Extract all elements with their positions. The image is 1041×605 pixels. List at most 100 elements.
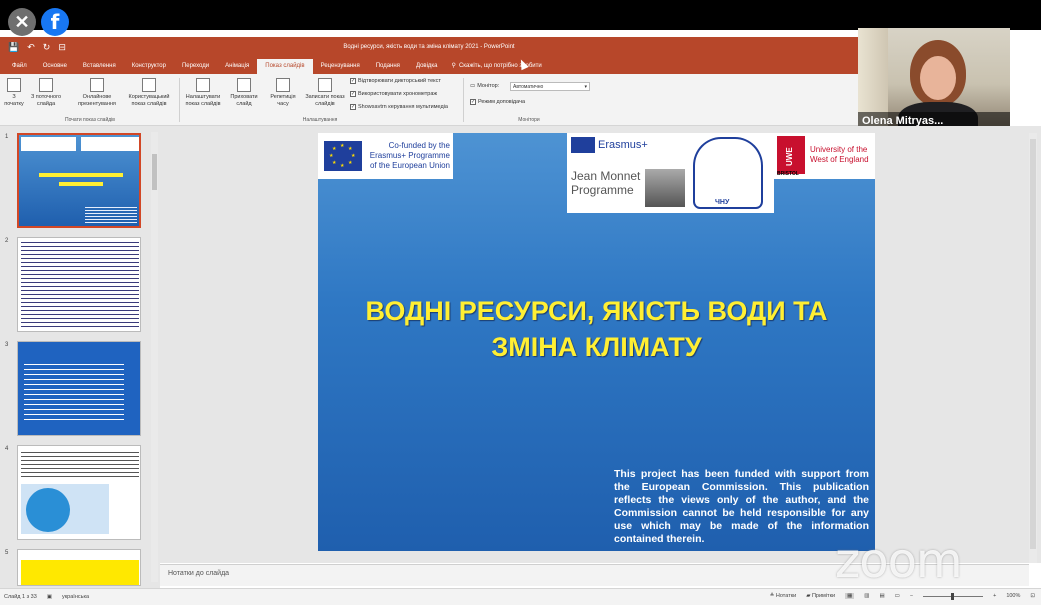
slide-thumbnail-4[interactable] [17, 445, 141, 540]
record-icon [318, 78, 332, 92]
slideshow-start-icon [7, 78, 21, 92]
chevron-down-icon: ▾ [584, 84, 587, 90]
checkmark-icon: ✓ [350, 78, 356, 84]
custom-show-icon [142, 78, 156, 92]
comments-toggle[interactable]: ▰ Примітки [806, 593, 835, 599]
notes-toggle[interactable]: ≙ Нотатки [770, 593, 796, 599]
zoom-slider-thumb[interactable] [951, 592, 955, 600]
setup-show-icon [196, 78, 210, 92]
erasmus-label: Erasmus+ [598, 139, 648, 151]
from-beginning-button[interactable]: З початку [2, 78, 26, 108]
language-indicator[interactable]: українська [62, 594, 89, 600]
close-overlay-button[interactable]: ✕ [8, 8, 36, 36]
reading-view-icon[interactable]: ▤ [879, 593, 884, 599]
slide-thumbnail-3[interactable] [17, 341, 141, 436]
hide-slide-button[interactable]: Приховати слайд [227, 78, 261, 108]
tab-transitions[interactable]: Переходи [174, 59, 217, 74]
slideshow-current-icon [39, 78, 53, 92]
jean-monnet-label: Jean Monnet Programme [571, 169, 641, 197]
slideshow-view-icon[interactable]: ▭ [895, 593, 900, 599]
slide-sorter-icon[interactable]: ▥ [864, 593, 869, 599]
participant-video[interactable]: Olena Mitryas... [858, 28, 1010, 130]
notes-placeholder: Нотатки до слайда [168, 570, 230, 577]
thumbnail-scrollbar[interactable] [151, 132, 158, 582]
presenter-view-checkbox[interactable]: ✓ Режим доповідача [470, 99, 525, 105]
tab-insert[interactable]: Вставлення [75, 59, 124, 74]
monitor-select[interactable]: Автоматично ▾ [510, 82, 590, 91]
slide-thumbnail-2[interactable] [17, 237, 141, 332]
set-up-slide-show-button[interactable]: Налаштувати показ слайдів [181, 78, 225, 108]
from-current-slide-button[interactable]: З поточного слайда [26, 78, 66, 108]
close-icon: ✕ [14, 11, 30, 32]
slide-scrollbar[interactable] [1029, 133, 1037, 563]
present-online-icon [90, 78, 104, 92]
thumbnail-globe [26, 488, 70, 532]
tab-view[interactable]: Подання [368, 59, 408, 74]
scrollbar-thumb[interactable] [1030, 139, 1036, 549]
thumbnail-text [21, 242, 139, 328]
tab-help[interactable]: Довідка [408, 59, 446, 74]
eu-flag-icon [571, 137, 595, 153]
uwe-name: University of the West of England [810, 145, 869, 164]
tab-design[interactable]: Конструктор [124, 59, 174, 74]
top-black-band [0, 0, 1041, 30]
tab-file[interactable]: Файл [4, 59, 35, 74]
proofing-icon[interactable]: ▣ [47, 594, 52, 600]
window-title-bar: 💾 ↶ ↻ ⊟ Водні ресурси, якість води та зм… [0, 37, 858, 57]
setup-group-label: Налаштування [302, 117, 338, 123]
thumbnail-text [24, 364, 124, 424]
jean-monnet-logo: Erasmus+ Jean Monnet Programme ЧНУ [567, 133, 774, 213]
zoom-slider[interactable] [923, 592, 984, 600]
facebook-icon: f [50, 10, 60, 34]
eu-flag-icon: ★ ★ ★ ★ ★ ★ ★ ★ [324, 141, 362, 171]
facebook-share-button[interactable]: f [41, 8, 69, 36]
play-narrations-checkbox[interactable]: ✓ Відтворювати дикторський текст [350, 78, 441, 84]
tell-me-search[interactable]: ⚲ Скажіть, що потрібно зробити [446, 59, 548, 74]
tab-review[interactable]: Рецензування [313, 59, 368, 74]
zoom-level[interactable]: 100% [1006, 593, 1020, 599]
slide-thumbnail-1[interactable] [17, 133, 141, 228]
thumbnail-table [21, 560, 139, 585]
present-online-button[interactable]: Онлайнове презентування [72, 78, 122, 108]
thumbnail-title-line [59, 182, 103, 186]
monitors-group-label: Монітори [518, 117, 540, 123]
tab-home[interactable]: Основне [35, 59, 75, 74]
face [920, 56, 956, 100]
record-slide-show-button[interactable]: Записати показ слайдів [303, 78, 347, 108]
thumbnail-logo [81, 137, 139, 151]
chnu-label: ЧНУ [715, 199, 730, 206]
show-media-controls-checkbox[interactable]: ✓ Showsavtrn керування мультимедіа [350, 104, 448, 110]
tab-slide-show[interactable]: Показ слайдів [257, 59, 313, 74]
stopwatch-icon [276, 78, 290, 92]
tab-animations[interactable]: Анімація [217, 59, 257, 74]
scrollbar-thumb[interactable] [152, 154, 157, 190]
zoom-in-icon[interactable]: + [993, 593, 996, 599]
jean-monnet-portrait [645, 169, 685, 207]
lightbulb-icon: ⚲ [451, 63, 456, 69]
slide-title-line2: ЗМІНА КЛІМАТУ [491, 332, 702, 362]
thumbnail-text [21, 452, 139, 480]
ribbon-divider [463, 78, 464, 122]
thumbnail-title-line [39, 173, 123, 177]
uwe-bristol-logo: UWE BRISTOL University of the West of En… [774, 133, 875, 179]
normal-view-icon[interactable]: ▦ [845, 593, 855, 599]
document-title: Водні ресурси, якість води та зміна клім… [343, 44, 515, 50]
zoom-out-icon[interactable]: − [910, 593, 913, 599]
ribbon-divider [179, 78, 180, 122]
current-slide[interactable]: ★ ★ ★ ★ ★ ★ ★ ★ Co-funded by the Erasmus… [318, 133, 875, 551]
custom-slide-show-button[interactable]: Користувацький показ слайдів [122, 78, 176, 108]
thumbnail-logo [21, 137, 76, 151]
fit-to-window-icon[interactable]: ⊡ [1030, 593, 1035, 599]
uwe-red-block: UWE [777, 136, 805, 174]
checkmark-icon: ✓ [470, 99, 476, 105]
slide-title-line1: ВОДНІ РЕСУРСИ, ЯКІСТЬ ВОДИ ТА [365, 296, 828, 326]
thumbnail-number: 1 [5, 134, 9, 140]
rehearse-timings-button[interactable]: Репетиція часу [264, 78, 302, 108]
ribbon-tab-bar: Файл Основне Вставлення Конструктор Пере… [0, 57, 858, 74]
slide-thumbnail-5[interactable] [17, 549, 141, 586]
ribbon: З початку З поточного слайда Онлайнове п… [0, 74, 858, 126]
monitor-icon: ▭ [470, 83, 476, 89]
eu-cofunded-logo: ★ ★ ★ ★ ★ ★ ★ ★ Co-funded by the Erasmus… [318, 133, 453, 179]
use-timings-checkbox[interactable]: ✓ Використовувати хронометраж [350, 91, 437, 97]
hide-slide-icon [237, 78, 251, 92]
